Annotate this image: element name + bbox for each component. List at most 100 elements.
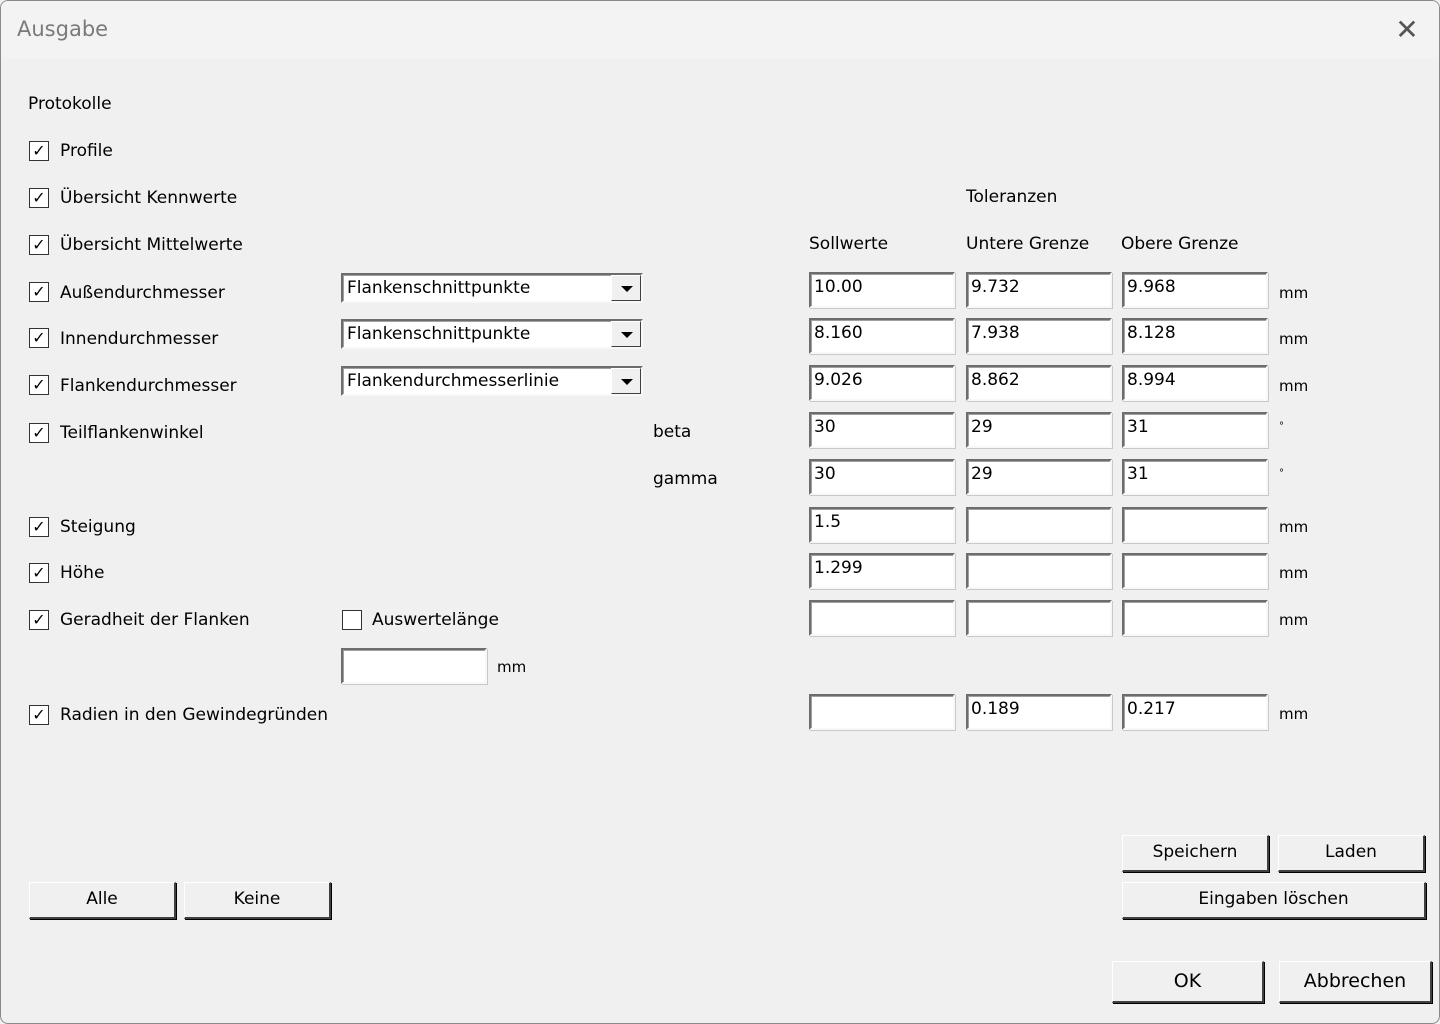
chevron-down-icon[interactable] [611, 275, 641, 301]
dropdown-flankendurchmesser[interactable]: Flankendurchmesserlinie [341, 366, 643, 396]
checkbox-label-flankendurchmesser: Flankendurchmesser [60, 376, 237, 396]
checkmark-icon: ✓ [32, 705, 46, 724]
abbrechen-button[interactable]: Abbrechen [1279, 961, 1432, 1003]
checkbox-label-radien-gewindegruende: Radien in den Gewindegründen [60, 705, 328, 725]
untere-grenze-input[interactable] [966, 553, 1112, 589]
checkmark-icon: ✓ [32, 282, 46, 301]
unit-label: mm [1279, 518, 1309, 536]
sollwert-input[interactable]: 1.5 [809, 507, 955, 543]
checkbox-label-steigung: Steigung [60, 517, 136, 537]
alle-button[interactable]: Alle [29, 882, 176, 919]
checkbox-auswertelaenge[interactable] [342, 610, 362, 630]
dropdown-aussendurchmesser[interactable]: Flankenschnittpunkte [341, 273, 643, 303]
laden-button[interactable]: Laden [1278, 835, 1425, 872]
checkbox-label-geradheit-flanken: Geradheit der Flanken [60, 610, 250, 630]
dropdown-innendurchmesser-value: Flankenschnittpunkte [347, 324, 531, 344]
header-sollwerte: Sollwerte [809, 234, 889, 254]
sollwert-input[interactable]: 10.00 [809, 272, 955, 308]
untere-grenze-input[interactable]: 0.189 [966, 694, 1112, 730]
checkbox-steigung[interactable]: ✓ [29, 517, 49, 537]
dropdown-innendurchmesser[interactable]: Flankenschnittpunkte [341, 319, 643, 349]
checkmark-icon: ✓ [32, 375, 46, 394]
degree-unit-label: ° [1279, 421, 1284, 432]
auswertelaenge-unit: mm [497, 658, 527, 676]
checkmark-icon: ✓ [32, 517, 46, 536]
section-title-protokolle: Protokolle [28, 94, 112, 114]
sollwert-input[interactable]: 1.299 [809, 553, 955, 589]
label-beta: beta [653, 422, 692, 442]
checkbox-label-hoehe: Höhe [60, 563, 105, 583]
unit-label: mm [1279, 611, 1309, 629]
untere-grenze-input[interactable] [966, 507, 1112, 543]
untere-grenze-input[interactable]: 9.732 [966, 272, 1112, 308]
unit-label: mm [1279, 330, 1309, 348]
unit-label: mm [1279, 564, 1309, 582]
untere-grenze-input[interactable]: 29 [966, 412, 1112, 448]
checkbox-label-innendurchmesser: Innendurchmesser [60, 329, 219, 349]
checkbox-uebersicht-mittelwerte[interactable]: ✓ [29, 235, 49, 255]
title-bar: Ausgabe ✕ [1, 1, 1439, 59]
checkbox-geradheit-flanken[interactable]: ✓ [29, 610, 49, 630]
header-untere-grenze: Untere Grenze [966, 234, 1090, 254]
obere-grenze-input[interactable]: 8.128 [1122, 318, 1268, 354]
obere-grenze-input[interactable]: 8.994 [1122, 365, 1268, 401]
header-toleranzen: Toleranzen [966, 187, 1058, 207]
checkbox-label-teilflankenwinkel: Teilflankenwinkel [60, 423, 204, 443]
dropdown-flankendurchmesser-value: Flankendurchmesserlinie [347, 371, 560, 391]
checkmark-icon: ✓ [32, 563, 46, 582]
unit-label: mm [1279, 705, 1309, 723]
untere-grenze-input[interactable] [966, 600, 1112, 636]
checkmark-icon: ✓ [32, 423, 46, 442]
sollwert-input[interactable] [809, 600, 955, 636]
untere-grenze-input[interactable]: 29 [966, 459, 1112, 495]
checkbox-hoehe[interactable]: ✓ [29, 563, 49, 583]
obere-grenze-input[interactable]: 31 [1122, 412, 1268, 448]
checkbox-label-aussendurchmesser: Außendurchmesser [60, 283, 225, 303]
checkmark-icon: ✓ [32, 235, 46, 254]
dropdown-aussendurchmesser-value: Flankenschnittpunkte [347, 278, 531, 298]
sollwert-input[interactable]: 30 [809, 412, 955, 448]
checkmark-icon: ✓ [32, 328, 46, 347]
obere-grenze-input[interactable] [1122, 507, 1268, 543]
checkbox-uebersicht-kennwerte[interactable]: ✓ [29, 188, 49, 208]
speichern-button[interactable]: Speichern [1122, 835, 1269, 872]
checkbox-label-auswertelaenge: Auswertelänge [372, 610, 499, 630]
obere-grenze-input[interactable] [1122, 553, 1268, 589]
window-title: Ausgabe [17, 17, 109, 41]
sollwert-input[interactable]: 8.160 [809, 318, 955, 354]
ok-button[interactable]: OK [1112, 961, 1264, 1003]
sollwert-input[interactable]: 9.026 [809, 365, 955, 401]
chevron-down-icon[interactable] [611, 368, 641, 394]
obere-grenze-input[interactable]: 9.968 [1122, 272, 1268, 308]
dialog-window: Ausgabe ✕ Protokolle ✓ Profile ✓ Übersic… [0, 0, 1440, 1024]
close-icon[interactable]: ✕ [1389, 13, 1425, 47]
checkbox-label-profile: Profile [60, 141, 113, 161]
checkmark-icon: ✓ [32, 188, 46, 207]
degree-unit-label: ° [1279, 468, 1284, 479]
checkbox-innendurchmesser[interactable]: ✓ [29, 328, 49, 348]
eingaben-loeschen-button[interactable]: Eingaben löschen [1122, 882, 1426, 919]
checkbox-teilflankenwinkel[interactable]: ✓ [29, 423, 49, 443]
checkbox-label-uebersicht-mittelwerte: Übersicht Mittelwerte [60, 235, 243, 255]
checkmark-icon: ✓ [32, 610, 46, 629]
checkbox-profile[interactable]: ✓ [29, 141, 49, 161]
sollwert-input[interactable]: 30 [809, 459, 955, 495]
keine-button[interactable]: Keine [184, 882, 331, 919]
header-obere-grenze: Obere Grenze [1121, 234, 1239, 254]
sollwert-input[interactable] [809, 694, 955, 730]
obere-grenze-input[interactable] [1122, 600, 1268, 636]
checkbox-flankendurchmesser[interactable]: ✓ [29, 375, 49, 395]
unit-label: mm [1279, 377, 1309, 395]
chevron-down-icon[interactable] [611, 321, 641, 347]
obere-grenze-input[interactable]: 0.217 [1122, 694, 1268, 730]
checkbox-radien-gewindegruende[interactable]: ✓ [29, 705, 49, 725]
checkbox-label-uebersicht-kennwerte: Übersicht Kennwerte [60, 188, 238, 208]
label-gamma: gamma [653, 469, 718, 489]
unit-label: mm [1279, 284, 1309, 302]
checkbox-aussendurchmesser[interactable]: ✓ [29, 282, 49, 302]
auswertelaenge-input[interactable] [341, 648, 487, 684]
obere-grenze-input[interactable]: 31 [1122, 459, 1268, 495]
untere-grenze-input[interactable]: 7.938 [966, 318, 1112, 354]
checkmark-icon: ✓ [32, 141, 46, 160]
untere-grenze-input[interactable]: 8.862 [966, 365, 1112, 401]
